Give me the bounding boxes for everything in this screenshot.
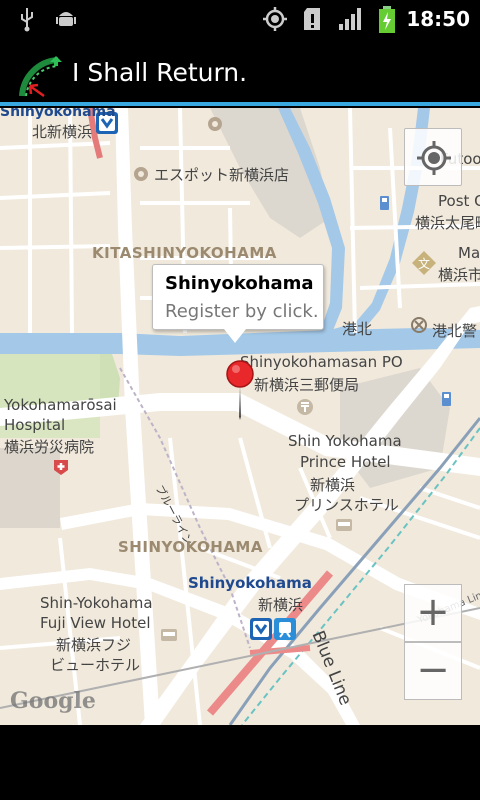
gas-station-icon <box>380 196 389 210</box>
station-jp-label: 新横浜 <box>258 596 304 614</box>
district-kitashinyokohama: KITASHINYOKOHAMA <box>92 244 277 262</box>
svg-text:文: 文 <box>418 256 430 271</box>
map-marker-pin[interactable] <box>222 358 258 420</box>
bubble-title: Shinyokohama <box>165 273 314 294</box>
google-logo: Google <box>10 688 96 714</box>
kohoku-label: 港北 <box>342 320 373 338</box>
post-office-icon <box>297 399 313 415</box>
gas-station-icon <box>442 392 451 406</box>
police-icon <box>411 317 427 333</box>
bubble-tail <box>224 329 246 343</box>
status-bar: 18:50 <box>0 0 480 38</box>
fuji-view-label-4: ビューホテル <box>50 656 141 674</box>
prince-hotel-label-4: プリンスホテル <box>294 496 399 514</box>
hotel-icon <box>161 629 177 641</box>
info-bubble[interactable]: Shinyokohama Register by click. <box>152 264 324 330</box>
kitashinyokohama-jp-label: 北新横浜 <box>32 123 93 141</box>
station-transit-icon <box>250 618 296 640</box>
hospital-icon <box>54 460 68 475</box>
station-label-top: Shinyokohama <box>0 108 116 120</box>
zoom-out-button[interactable]: − <box>404 642 462 700</box>
android-debug-icon <box>56 12 76 26</box>
ma-label: Ma <box>458 244 480 262</box>
poi-dot-icon <box>134 167 148 181</box>
battery-charging-icon <box>379 6 395 33</box>
rosai-label: Yokohamarōsai <box>4 396 117 414</box>
station-label-shinyokohama: Shinyokohama <box>188 574 312 592</box>
map-view[interactable]: 文 Shinyokohama 北新横浜 エスポット新横浜店 KITASHINYO… <box>0 108 480 725</box>
clock: 18:50 <box>406 7 470 31</box>
crosshair-icon <box>417 141 451 175</box>
espot-label: エスポット新横浜店 <box>154 166 290 184</box>
fuji-view-label-2: Fuji View Hotel <box>40 614 151 632</box>
zoom-in-button[interactable]: + <box>404 584 462 642</box>
bubble-subtitle: Register by click. <box>165 301 319 322</box>
shinyokohamasan-jp-label: 新横浜三郵便局 <box>254 376 360 394</box>
gps-icon <box>263 7 287 31</box>
post-office-jp-label: 横浜太尾町 <box>415 214 480 232</box>
compass-arrow-icon <box>19 56 62 98</box>
poi-dot-icon <box>208 117 222 131</box>
prince-hotel-label-3: 新横浜 <box>310 476 356 494</box>
title-bar: I Shall Return. <box>0 38 480 106</box>
bottom-bar <box>0 725 480 800</box>
shinyokohamasan-po-label: Shinyokohamasan PO <box>240 353 403 371</box>
signal-icon <box>339 8 361 30</box>
kohoku-police-label: 港北警 <box>432 322 478 340</box>
fuji-view-label-1: Shin-Yokohama <box>40 594 153 612</box>
post-office-label: Post O <box>438 192 480 210</box>
prince-hotel-label-1: Shin Yokohama <box>288 432 402 450</box>
fuji-view-label-3: 新横浜フジ <box>56 636 132 654</box>
school-icon: 文 <box>412 251 436 275</box>
hotel-icon <box>336 519 352 531</box>
yokohama-city-label: 横浜市 <box>438 266 480 284</box>
usb-icon <box>21 8 33 32</box>
rosai-jp-label: 横浜労災病院 <box>4 438 95 456</box>
hospital-label: Hospital <box>4 416 66 434</box>
my-location-button[interactable] <box>404 128 462 186</box>
district-shinyokohama: SHINYOKOHAMA <box>118 538 263 556</box>
sd-card-alert-icon <box>304 8 320 30</box>
prince-hotel-label-2: Prince Hotel <box>300 453 391 471</box>
app-title: I Shall Return. <box>72 58 248 87</box>
